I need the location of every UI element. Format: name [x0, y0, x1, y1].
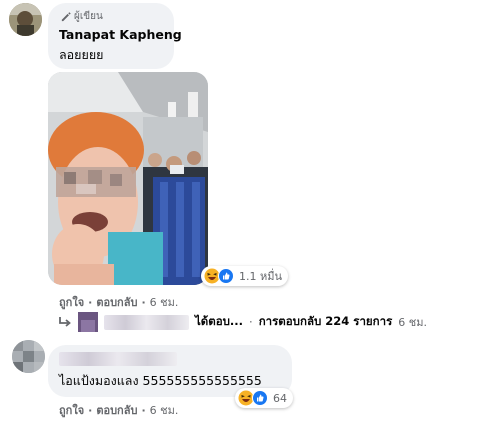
reaction-summary[interactable]: 64	[235, 388, 293, 408]
reaction-summary[interactable]: 1.1 หมื่น	[201, 266, 289, 286]
commenter-avatar[interactable]	[12, 340, 45, 373]
comment-actions: ถูกใจ · ตอบกลับ · 6 ชม.	[59, 293, 178, 311]
separator-dot: ·	[249, 315, 253, 329]
comment-timestamp[interactable]: 6 ชม.	[150, 293, 179, 311]
reply-arrow-icon	[59, 317, 71, 327]
reaction-count: 64	[273, 391, 287, 405]
comment-timestamp[interactable]: 6 ชม.	[150, 401, 179, 419]
commenter-avatar[interactable]	[9, 3, 42, 36]
like-reaction-icon	[218, 268, 234, 284]
commenter-name-blurred[interactable]	[59, 352, 177, 366]
replier-name-blurred	[104, 314, 189, 330]
replied-text: ได้ตอบ...	[195, 314, 244, 328]
comment-author-name[interactable]: Tanapat Kapheng	[59, 27, 182, 42]
reply-count: การตอบกลับ 224 รายการ	[258, 314, 393, 328]
reply-timestamp: 6 ชม.	[398, 316, 427, 329]
author-badge: ผู้เขียน	[60, 9, 103, 23]
comment-text: ลอยยยย	[59, 47, 104, 62]
pencil-icon	[61, 11, 71, 21]
comment-text: ไอแป้งมองแลง 555555555555555	[59, 373, 262, 388]
view-replies-link[interactable]: ได้ตอบ... · การตอบกลับ 224 รายการ 6 ชม.	[58, 312, 427, 332]
reply-link[interactable]: ตอบกลับ	[96, 293, 137, 311]
reply-link[interactable]: ตอบกลับ	[96, 401, 137, 419]
like-reaction-icon	[252, 390, 268, 406]
author-badge-label: ผู้เขียน	[74, 10, 103, 22]
like-link[interactable]: ถูกใจ	[59, 401, 84, 419]
comment-photo[interactable]	[48, 72, 208, 285]
replier-avatar	[78, 312, 98, 332]
like-link[interactable]: ถูกใจ	[59, 293, 84, 311]
reaction-count: 1.1 หมื่น	[239, 270, 283, 283]
comment-actions: ถูกใจ · ตอบกลับ · 6 ชม.	[59, 401, 178, 419]
